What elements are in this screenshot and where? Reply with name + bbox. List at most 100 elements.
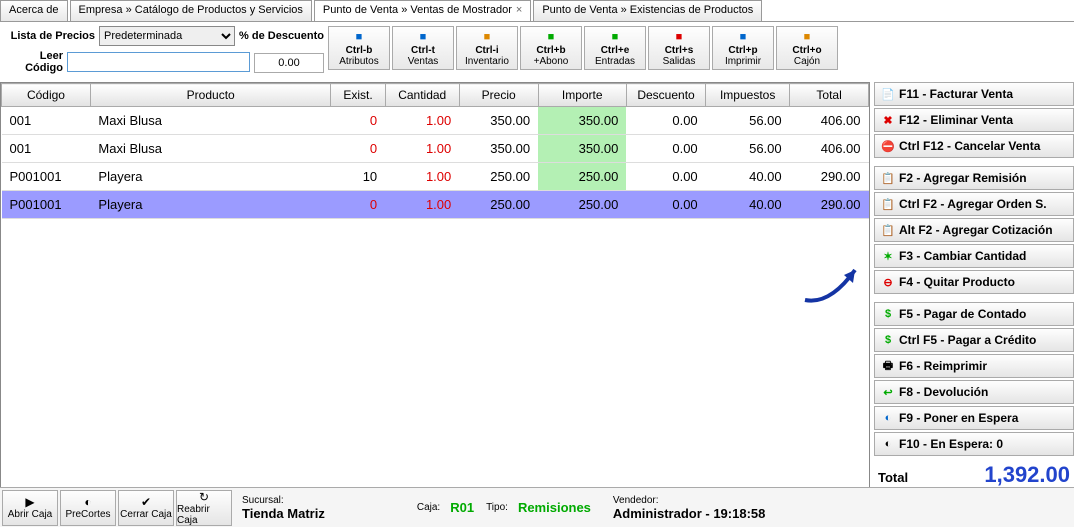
- caja-label: Caja:: [417, 502, 440, 513]
- column-header[interactable]: Importe: [538, 84, 626, 107]
- abono-button[interactable]: ■Ctrl+b+Abono: [520, 26, 582, 70]
- agregar-remision-button[interactable]: 📋F2 - Agregar Remisión: [874, 166, 1074, 190]
- cancelar-button[interactable]: ⛔ Ctrl F12 - Cancelar Venta: [874, 134, 1074, 158]
- facturar-button[interactable]: 📄 F11 - Facturar Venta: [874, 82, 1074, 106]
- discount-label: % de Descuento: [239, 30, 324, 42]
- table-row[interactable]: P001001Playera101.00250.00250.000.0040.0…: [2, 163, 869, 191]
- side-icon: $: [881, 333, 895, 347]
- side-label: F8 - Devolución: [899, 385, 988, 399]
- side-icon: ✶: [881, 249, 895, 263]
- side-label: F2 - Agregar Remisión: [899, 171, 1027, 185]
- table-row[interactable]: 001Maxi Blusa01.00350.00350.000.0056.004…: [2, 107, 869, 135]
- side-label: Alt F2 - Agregar Cotización: [899, 223, 1053, 237]
- tool-icon: ■: [800, 30, 814, 44]
- cerrar-caja-button[interactable]: ✔Cerrar Caja: [118, 490, 174, 526]
- vendedor-value: Administrador - 19:18:58: [613, 506, 765, 521]
- precortes-button[interactable]: ◐PreCortes: [60, 490, 116, 526]
- pagar-credito-button[interactable]: $ Ctrl F5 - Pagar a Crédito: [874, 328, 1074, 352]
- pagar-contado-button[interactable]: $ F5 - Pagar de Contado: [874, 302, 1074, 326]
- column-header[interactable]: Total: [790, 84, 869, 107]
- side-icon: 🖶: [881, 359, 895, 373]
- vendedor-label: Vendedor:: [613, 495, 765, 506]
- read-code-label: Leer Código: [4, 50, 67, 74]
- sucursal-label: Sucursal:: [242, 495, 325, 506]
- side-icon: ↩: [881, 385, 895, 399]
- side-icon: ⛔: [881, 139, 895, 153]
- side-label: F11 - Facturar Venta: [899, 87, 1013, 101]
- column-header[interactable]: Exist.: [331, 84, 385, 107]
- reabrir-caja-button[interactable]: ↻Reabrir Caja: [176, 490, 232, 526]
- poner-espera-button[interactable]: ◐ F9 - Poner en Espera: [874, 406, 1074, 430]
- column-header[interactable]: Precio: [459, 84, 538, 107]
- status-icon: ↻: [199, 490, 209, 504]
- caja-value: R01: [450, 500, 474, 515]
- side-icon: 📋: [881, 197, 895, 211]
- side-icon: $: [881, 307, 895, 321]
- side-label: F4 - Quitar Producto: [899, 275, 1015, 289]
- tool-icon: ■: [480, 30, 494, 44]
- salidas-button[interactable]: ■Ctrl+sSalidas: [648, 26, 710, 70]
- agregar-orden-button[interactable]: 📋 Ctrl F2 - Agregar Orden S.: [874, 192, 1074, 216]
- close-icon[interactable]: ×: [516, 4, 522, 16]
- column-header[interactable]: Cantidad: [385, 84, 459, 107]
- quitar-producto-button[interactable]: ⊖ F4 - Quitar Producto: [874, 270, 1074, 294]
- tool-icon: ■: [544, 30, 558, 44]
- total-value: 1,392.00: [984, 462, 1070, 488]
- side-label: F12 - Eliminar Venta: [899, 113, 1013, 127]
- status-icon: ◐: [84, 495, 91, 509]
- agregar-cotizacion-button[interactable]: 📋 Alt F2 - Agregar Cotización: [874, 218, 1074, 242]
- tool-icon: ■: [736, 30, 750, 44]
- tool-icon: ■: [416, 30, 430, 44]
- side-label: Ctrl F5 - Pagar a Crédito: [899, 333, 1036, 347]
- toolbar-buttons: ■Ctrl-bAtributos■Ctrl-tVentas■Ctrl-iInve…: [328, 26, 838, 70]
- tab[interactable]: Acerca de: [0, 0, 68, 21]
- read-code-input[interactable]: [67, 52, 250, 72]
- tab[interactable]: Punto de Venta » Existencias de Producto…: [533, 0, 762, 21]
- column-header[interactable]: Producto: [90, 84, 331, 107]
- imprimir-button[interactable]: ■Ctrl+pImprimir: [712, 26, 774, 70]
- status-icon: ▶: [25, 495, 34, 509]
- column-header[interactable]: Código: [2, 84, 91, 107]
- price-list-select[interactable]: Predeterminada: [99, 26, 235, 46]
- table-row[interactable]: P001001Playera01.00250.00250.000.0040.00…: [2, 191, 869, 219]
- side-label: F9 - Poner en Espera: [899, 411, 1018, 425]
- column-header[interactable]: Descuento: [626, 84, 705, 107]
- table-row[interactable]: 001Maxi Blusa01.00350.00350.000.0056.004…: [2, 135, 869, 163]
- tool-icon: ■: [672, 30, 686, 44]
- reimprimir-button[interactable]: 🖶 F6 - Reimprimir: [874, 354, 1074, 378]
- devolucion-button[interactable]: ↩ F8 - Devolución: [874, 380, 1074, 404]
- side-icon: 📋: [881, 223, 895, 237]
- side-label: F3 - Cambiar Cantidad: [899, 249, 1026, 263]
- side-label: Ctrl F2 - Agregar Orden S.: [899, 197, 1047, 211]
- tab[interactable]: Punto de Venta » Ventas de Mostrador×: [314, 0, 531, 21]
- cambiar-cantidad-button[interactable]: ✶ F3 - Cambiar Cantidad: [874, 244, 1074, 268]
- side-icon: ◐: [881, 411, 895, 425]
- tipo-label: Tipo:: [486, 502, 508, 513]
- tipo-value: Remisiones: [518, 500, 591, 515]
- en-espera-button[interactable]: ◐F10 - En Espera: 0: [874, 432, 1074, 456]
- side-icon: ⊖: [881, 275, 895, 289]
- tab-bar: Acerca deEmpresa » Catálogo de Productos…: [0, 0, 1074, 22]
- inventario-button[interactable]: ■Ctrl-iInventario: [456, 26, 518, 70]
- total-label: Total: [878, 470, 908, 485]
- ventas-button[interactable]: ■Ctrl-tVentas: [392, 26, 454, 70]
- side-panel: 📄 F11 - Facturar Venta ✖ F12 - Eliminar Ven…: [874, 82, 1074, 526]
- filters-panel: Lista de Precios Predeterminada % de Des…: [4, 26, 324, 78]
- abrir-caja-button[interactable]: ▶Abrir Caja: [2, 490, 58, 526]
- tab[interactable]: Empresa » Catálogo de Productos y Servic…: [70, 0, 312, 21]
- attrs-button[interactable]: ■Ctrl-bAtributos: [328, 26, 390, 70]
- side-label: Ctrl F12 - Cancelar Venta: [899, 139, 1040, 153]
- discount-value[interactable]: 0.00: [254, 53, 324, 73]
- sucursal-value: Tienda Matriz: [242, 506, 325, 521]
- column-header[interactable]: Impuestos: [706, 84, 790, 107]
- side-label: F6 - Reimprimir: [899, 359, 987, 373]
- status-icon: ✔: [141, 495, 151, 509]
- cajon-button[interactable]: ■Ctrl+oCajón: [776, 26, 838, 70]
- price-list-label: Lista de Precios: [4, 30, 99, 42]
- side-icon: ◐: [881, 437, 895, 451]
- eliminar-button[interactable]: ✖ F12 - Eliminar Venta: [874, 108, 1074, 132]
- side-label: F5 - Pagar de Contado: [899, 307, 1026, 321]
- side-icon: ✖: [881, 113, 895, 127]
- entradas-button[interactable]: ■Ctrl+eEntradas: [584, 26, 646, 70]
- side-icon: 📄: [881, 87, 895, 101]
